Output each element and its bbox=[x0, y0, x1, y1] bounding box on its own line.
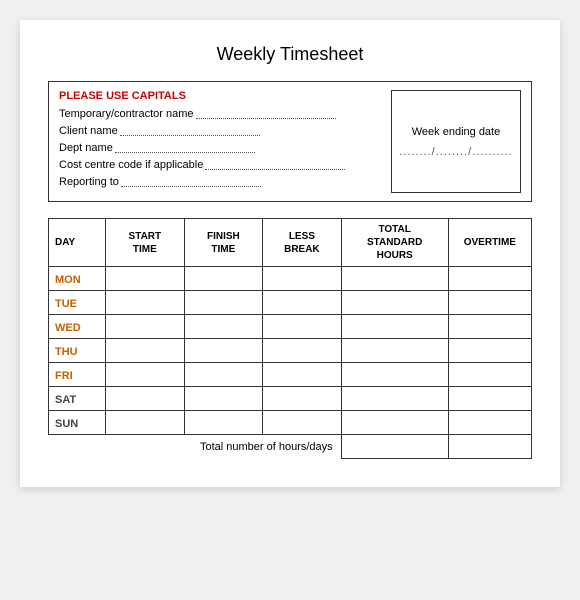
field-client: Client name bbox=[59, 125, 381, 137]
tue-finish[interactable] bbox=[184, 291, 263, 315]
thu-finish[interactable] bbox=[184, 339, 263, 363]
total-row-label: Total number of hours/days bbox=[49, 435, 342, 459]
field-dept-label: Dept name bbox=[59, 142, 113, 154]
day-sun: SUN bbox=[49, 411, 106, 435]
sun-break[interactable] bbox=[263, 411, 342, 435]
sun-finish[interactable] bbox=[184, 411, 263, 435]
mon-finish[interactable] bbox=[184, 267, 263, 291]
table-row: TUE bbox=[49, 291, 532, 315]
sat-finish[interactable] bbox=[184, 387, 263, 411]
col-header-finish: FINISHTIME bbox=[184, 219, 263, 267]
day-sat: SAT bbox=[49, 387, 106, 411]
table-row: THU bbox=[49, 339, 532, 363]
week-ending-label: Week ending date bbox=[412, 126, 500, 138]
thu-ot[interactable] bbox=[448, 339, 531, 363]
fri-total[interactable] bbox=[341, 363, 448, 387]
sat-break[interactable] bbox=[263, 387, 342, 411]
table-row: MON bbox=[49, 267, 532, 291]
sun-ot[interactable] bbox=[448, 411, 531, 435]
sat-start[interactable] bbox=[106, 387, 185, 411]
total-ot-cell[interactable] bbox=[448, 435, 531, 459]
col-header-break: LESSBREAK bbox=[263, 219, 342, 267]
day-fri: FRI bbox=[49, 363, 106, 387]
wed-start[interactable] bbox=[106, 315, 185, 339]
field-contractor-label: Temporary/contractor name bbox=[59, 108, 194, 120]
field-reporting-dots bbox=[121, 186, 261, 187]
tue-total[interactable] bbox=[341, 291, 448, 315]
total-row: Total number of hours/days bbox=[49, 435, 532, 459]
thu-break[interactable] bbox=[263, 339, 342, 363]
mon-total[interactable] bbox=[341, 267, 448, 291]
table-row: SAT bbox=[49, 387, 532, 411]
week-ending-box: Week ending date ......../......../.....… bbox=[391, 90, 521, 193]
thu-start[interactable] bbox=[106, 339, 185, 363]
field-cost-label: Cost centre code if applicable bbox=[59, 159, 203, 171]
field-client-dots bbox=[120, 135, 260, 136]
thu-total[interactable] bbox=[341, 339, 448, 363]
day-wed: WED bbox=[49, 315, 106, 339]
table-row: SUN bbox=[49, 411, 532, 435]
table-row: FRI bbox=[49, 363, 532, 387]
page: Weekly Timesheet PLEASE USE CAPITALS Tem… bbox=[20, 20, 560, 487]
wed-ot[interactable] bbox=[448, 315, 531, 339]
total-hours-cell[interactable] bbox=[341, 435, 448, 459]
col-header-overtime: OVERTIME bbox=[448, 219, 531, 267]
table-header-row: DAY STARTTIME FINISHTIME LESSBREAK TOTAL… bbox=[49, 219, 532, 267]
field-reporting-label: Reporting to bbox=[59, 176, 119, 188]
timesheet-table: DAY STARTTIME FINISHTIME LESSBREAK TOTAL… bbox=[48, 218, 532, 459]
tue-start[interactable] bbox=[106, 291, 185, 315]
wed-total[interactable] bbox=[341, 315, 448, 339]
mon-break[interactable] bbox=[263, 267, 342, 291]
tue-break[interactable] bbox=[263, 291, 342, 315]
info-header: PLEASE USE CAPITALS bbox=[59, 90, 381, 102]
field-cost-dots bbox=[205, 169, 345, 170]
sat-ot[interactable] bbox=[448, 387, 531, 411]
tue-ot[interactable] bbox=[448, 291, 531, 315]
field-contractor: Temporary/contractor name bbox=[59, 108, 381, 120]
field-dept: Dept name bbox=[59, 142, 381, 154]
day-mon: MON bbox=[49, 267, 106, 291]
sun-total[interactable] bbox=[341, 411, 448, 435]
col-header-total: TOTALSTANDARDHOURS bbox=[341, 219, 448, 267]
fri-ot[interactable] bbox=[448, 363, 531, 387]
wed-break[interactable] bbox=[263, 315, 342, 339]
col-header-start: STARTTIME bbox=[106, 219, 185, 267]
mon-start[interactable] bbox=[106, 267, 185, 291]
day-tue: TUE bbox=[49, 291, 106, 315]
info-box: PLEASE USE CAPITALS Temporary/contractor… bbox=[48, 81, 532, 202]
day-thu: THU bbox=[49, 339, 106, 363]
field-contractor-dots bbox=[196, 118, 336, 119]
table-row: WED bbox=[49, 315, 532, 339]
field-client-label: Client name bbox=[59, 125, 118, 137]
sat-total[interactable] bbox=[341, 387, 448, 411]
sun-start[interactable] bbox=[106, 411, 185, 435]
wed-finish[interactable] bbox=[184, 315, 263, 339]
field-cost: Cost centre code if applicable bbox=[59, 159, 381, 171]
fri-finish[interactable] bbox=[184, 363, 263, 387]
page-title: Weekly Timesheet bbox=[48, 44, 532, 65]
mon-ot[interactable] bbox=[448, 267, 531, 291]
field-reporting: Reporting to bbox=[59, 176, 381, 188]
week-ending-value: ......../......../.......... bbox=[399, 146, 513, 158]
field-dept-dots bbox=[115, 152, 255, 153]
col-header-day: DAY bbox=[49, 219, 106, 267]
info-left: PLEASE USE CAPITALS Temporary/contractor… bbox=[59, 90, 381, 193]
fri-break[interactable] bbox=[263, 363, 342, 387]
fri-start[interactable] bbox=[106, 363, 185, 387]
